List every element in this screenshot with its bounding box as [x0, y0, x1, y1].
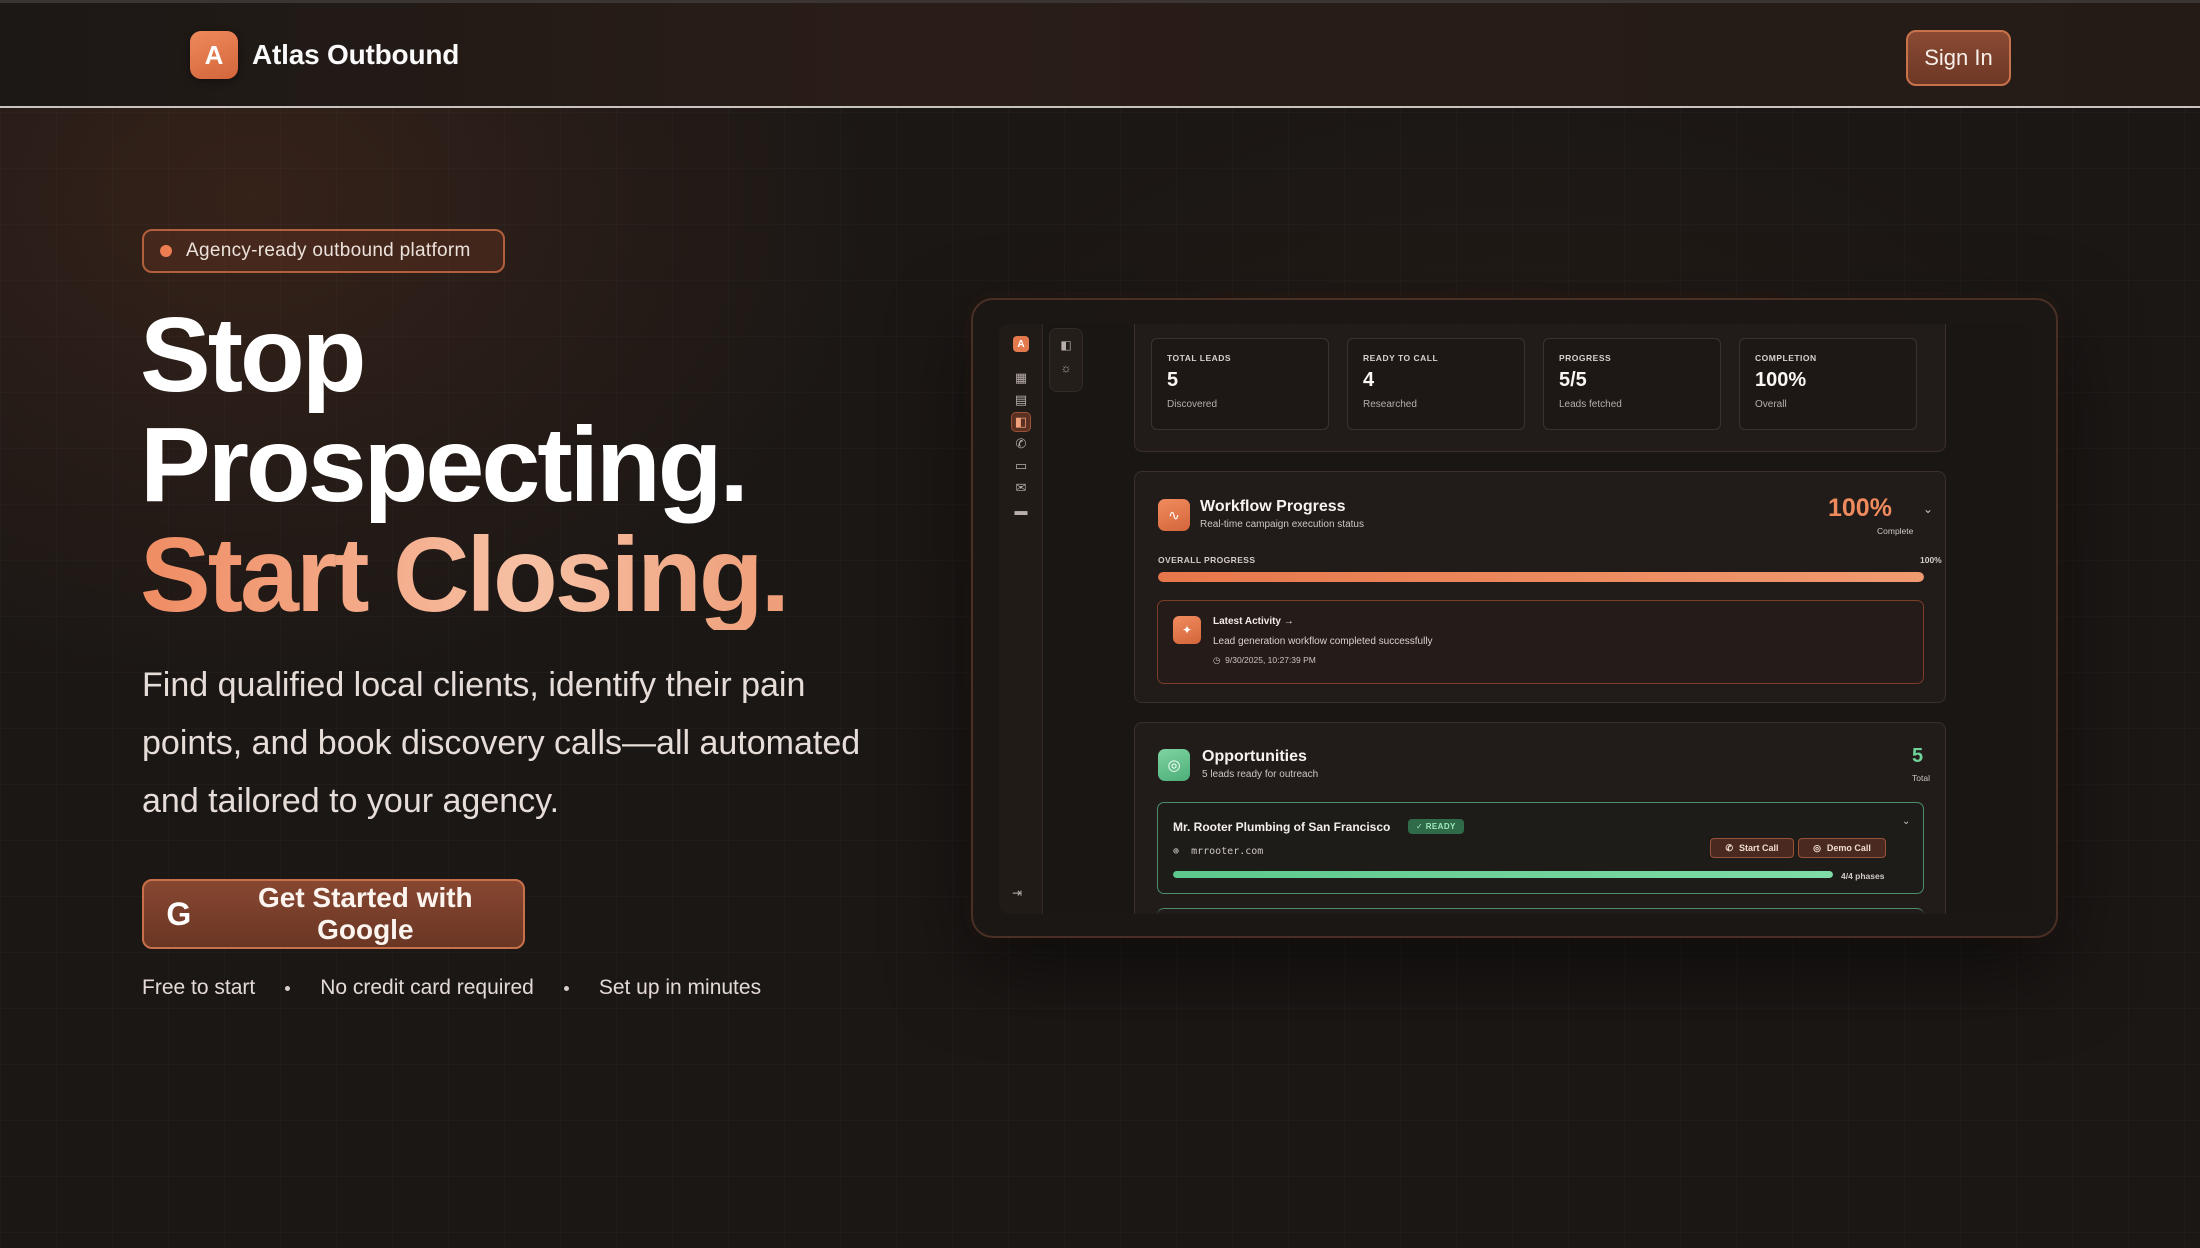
cta-label: Get Started with Google [257, 882, 473, 945]
brand[interactable]: A Atlas Outbound [190, 31, 459, 79]
next-lead-card[interactable] [1157, 908, 1924, 914]
activity-pulse-icon: ∿ [1158, 499, 1190, 531]
lead-name: Mr. Rooter Plumbing of San Francisco [1173, 820, 1391, 834]
perk-item: Set up in minutes [598, 976, 762, 999]
headline-line-2: Prospecting. [140, 406, 749, 524]
stat-card-progress: PROGRESS 5/5 Leads fetched [1543, 338, 1721, 430]
product-preview: A ▦ ▤ ◧ ✆ ▭ ✉ ▬ ⇥ ◧ ☼ TOTAL LEADS 5 Disc… [971, 298, 2058, 938]
activity-time-text: 9/30/2025, 10:27:39 PM [1225, 655, 1316, 665]
workflow-progress-card: ∿ Workflow Progress Real-time campaign e… [1134, 471, 1946, 703]
start-call-button[interactable]: ✆ Start Call [1710, 838, 1794, 858]
theme-toggle-icon[interactable]: ☼ [1050, 361, 1082, 375]
workflow-percent-label: Complete [1877, 526, 1914, 536]
megaphone-icon[interactable]: ◧ [1011, 412, 1031, 432]
mail-icon[interactable]: ✉ [1011, 478, 1031, 498]
top-navigation: A Atlas Outbound Sign In [0, 0, 2200, 108]
lead-website[interactable]: ⊕ mrrooter.com [1173, 846, 1263, 857]
sidebar-toggle-icon[interactable]: ◧ [1050, 338, 1082, 352]
demo-call-button[interactable]: ◎ Demo Call [1798, 838, 1886, 858]
phone-icon: ✆ [1725, 842, 1734, 853]
lead-phase-bar [1173, 871, 1833, 878]
perks-list: Free to start No credit card required Se… [142, 976, 761, 1000]
sidebar-rail: A ▦ ▤ ◧ ✆ ▭ ✉ ▬ ⇥ [999, 324, 1043, 914]
opportunities-title: Opportunities [1202, 748, 1307, 765]
stat-sub: Overall [1755, 399, 1787, 410]
sign-in-button[interactable]: Sign In [1906, 30, 2011, 86]
opportunities-count-label: Total [1912, 773, 1930, 783]
bullet-separator [285, 985, 291, 991]
target-icon: ◎ [1158, 749, 1190, 781]
activity-timestamp: ◷ 9/30/2025, 10:27:39 PM [1213, 655, 1316, 665]
status-dot-icon [160, 245, 172, 257]
chevron-down-icon[interactable]: ⌄ [1902, 816, 1910, 827]
logout-icon[interactable]: ⇥ [1012, 886, 1022, 900]
ready-badge: ✓ READY [1408, 819, 1464, 834]
demo-call-label: Demo Call [1826, 843, 1871, 853]
activity-title: Latest Activity → [1213, 616, 1294, 627]
lead-card[interactable]: Mr. Rooter Plumbing of San Francisco ✓ R… [1157, 802, 1924, 894]
workflow-subtitle: Real-time campaign execution status [1200, 519, 1364, 530]
hero-headline: Stop Prospecting. Start Closing. [140, 296, 790, 634]
stat-sub: Leads fetched [1559, 399, 1622, 410]
opportunities-count: 5 [1912, 745, 1924, 767]
workflow-percent: 100% [1828, 494, 1892, 522]
opportunities-subtitle: 5 leads ready for outreach [1202, 769, 1319, 780]
stat-label: COMPLETION [1755, 353, 1817, 363]
opportunities-card: ◎ Opportunities 5 leads ready for outrea… [1134, 722, 1946, 914]
stat-value: 5 [1167, 369, 1179, 391]
stat-sub: Researched [1363, 399, 1417, 410]
sparkle-icon: ✦ [1173, 616, 1201, 644]
stat-card-total-leads: TOTAL LEADS 5 Discovered [1151, 338, 1329, 430]
rail-logo-icon: A [1013, 336, 1029, 352]
bullet-separator [563, 985, 569, 991]
phone-icon[interactable]: ✆ [1011, 434, 1031, 454]
stat-card-completion: COMPLETION 100% Overall [1739, 338, 1917, 430]
latest-activity-panel[interactable]: ✦ Latest Activity → Lead generation work… [1157, 600, 1924, 684]
overall-progress-percent: 100% [1920, 555, 1942, 565]
stat-value: 4 [1363, 369, 1375, 391]
chevron-down-icon[interactable]: ⌄ [1923, 502, 1933, 516]
card-icon[interactable]: ▬ [1011, 500, 1031, 520]
brand-logo-icon: A [190, 31, 238, 79]
workflow-title: Workflow Progress [1200, 498, 1346, 515]
overall-progress-bar [1158, 572, 1924, 582]
overall-progress-fill [1158, 572, 1924, 582]
stat-value: 100% [1755, 369, 1807, 391]
headline-line-3: Start Closing. [140, 516, 790, 634]
brand-name: Atlas Outbound [252, 39, 460, 70]
start-call-label: Start Call [1739, 843, 1779, 853]
stats-row: TOTAL LEADS 5 Discovered READY TO CALL 4… [1134, 324, 1946, 452]
stat-label: READY TO CALL [1363, 353, 1439, 363]
dashboard-grid-icon[interactable]: ▦ [1011, 368, 1031, 388]
hero-subtext: Find qualified local clients, identify t… [142, 666, 861, 820]
overall-progress-label: OVERALL PROGRESS [1158, 555, 1256, 565]
perk-item: No credit card required [320, 976, 534, 999]
headline-line-1: Stop [140, 296, 367, 414]
ready-badge-text: READY [1425, 822, 1456, 831]
stat-label: PROGRESS [1559, 353, 1612, 363]
stat-card-ready-to-call: READY TO CALL 4 Researched [1347, 338, 1525, 430]
stat-label: TOTAL LEADS [1167, 353, 1232, 363]
stat-value: 5/5 [1559, 369, 1587, 391]
demo-icon: ◎ [1813, 842, 1821, 853]
tagline-badge: Agency-ready outbound platform [142, 229, 505, 273]
building-icon[interactable]: ▤ [1011, 390, 1031, 410]
lead-phase-count: 4/4 phases [1841, 871, 1885, 881]
activity-description: Lead generation workflow completed succe… [1213, 636, 1433, 647]
tagline-text: Agency-ready outbound platform [186, 240, 471, 261]
google-icon: G [166, 895, 192, 932]
dashboard-preview: A ▦ ▤ ◧ ✆ ▭ ✉ ▬ ⇥ ◧ ☼ TOTAL LEADS 5 Disc… [999, 324, 2031, 914]
perk-item: Free to start [142, 976, 256, 999]
panel-toggles: ◧ ☼ [1049, 328, 1083, 392]
stat-sub: Discovered [1167, 399, 1218, 410]
calendar-icon[interactable]: ▭ [1011, 456, 1031, 476]
lead-url-text: mrrooter.com [1191, 846, 1264, 857]
lead-phase-fill [1173, 871, 1833, 878]
google-signup-button[interactable]: G Get Started with Google [142, 879, 525, 949]
